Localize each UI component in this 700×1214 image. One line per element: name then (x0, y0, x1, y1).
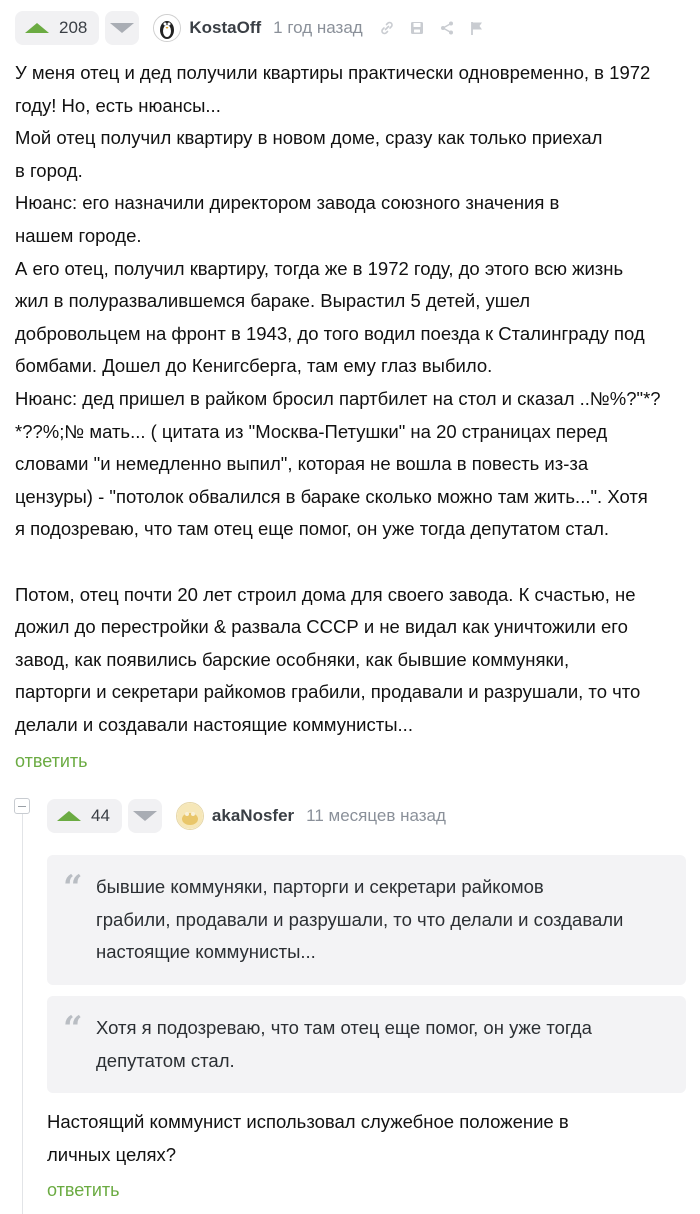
comment-text: У меня отец и дед получили квартиры прак… (15, 62, 661, 735)
upvote-box[interactable]: 44 (47, 799, 122, 833)
downvote-button[interactable] (127, 799, 162, 833)
username[interactable]: akaNosfer (212, 806, 294, 826)
avatar[interactable] (153, 14, 182, 42)
penguin-avatar-icon (154, 15, 181, 41)
user-avatar-icon (176, 803, 203, 829)
flag-icon[interactable] (469, 20, 485, 36)
avatar[interactable] (175, 802, 204, 830)
reply-header: 44 akaNosfer 11 месяцев назад (47, 799, 446, 833)
reply-text: Настоящий коммунист использовал служебно… (47, 1111, 569, 1165)
arrow-up-icon[interactable] (25, 23, 49, 33)
quote-block: “ Хотя я подозреваю, что там отец еще по… (47, 996, 686, 1093)
reply-time[interactable]: 11 месяцев назад (306, 806, 446, 826)
quote-block: “ бывшие коммуняки, парторги и секретари… (47, 855, 686, 985)
comment-rating: 208 (59, 18, 88, 37)
comment-time[interactable]: 1 год назад (273, 18, 363, 38)
quote-icon: “ (63, 1009, 83, 1049)
quote-text: бывшие коммуняки, парторги и секретари р… (96, 876, 624, 963)
thread-line[interactable] (22, 812, 23, 1214)
reply-button[interactable]: ответить (15, 751, 88, 772)
arrow-down-icon[interactable] (110, 23, 135, 33)
quote-icon: “ (63, 868, 83, 908)
arrow-down-icon[interactable] (132, 811, 157, 821)
downvote-button[interactable] (105, 11, 140, 45)
comment-header: 208 KostaOff 1 год назад (15, 11, 485, 45)
reply-button[interactable]: ответить (47, 1180, 120, 1201)
arrow-up-icon[interactable] (57, 811, 81, 821)
username[interactable]: KostaOff (189, 18, 261, 38)
collapse-icon[interactable] (14, 798, 30, 814)
save-icon[interactable] (409, 20, 425, 36)
link-icon[interactable] (379, 20, 395, 36)
quote-text: Хотя я подозреваю, что там отец еще помо… (96, 1017, 592, 1071)
upvote-box[interactable]: 208 (15, 11, 100, 45)
share-icon[interactable] (439, 20, 455, 36)
reply-rating: 44 (91, 806, 110, 825)
